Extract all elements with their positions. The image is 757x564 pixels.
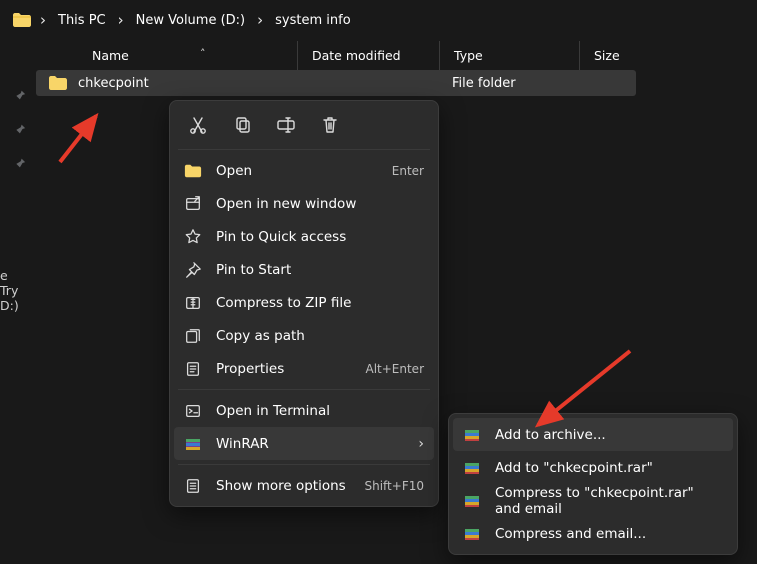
menu-label: WinRAR [216, 436, 404, 452]
copy-path-icon [184, 327, 202, 345]
zip-icon [184, 294, 202, 312]
new-window-icon [184, 195, 202, 213]
show-more-icon [184, 477, 202, 495]
breadcrumb-system-info[interactable]: system info [271, 9, 355, 32]
pin-icon [12, 122, 26, 140]
file-type: File folder [440, 76, 582, 91]
menu-open-terminal[interactable]: Open in Terminal [170, 394, 438, 427]
menu-open-new-window[interactable]: Open in new window [170, 187, 438, 220]
column-date-label: Date modified [312, 48, 401, 63]
column-name[interactable]: Name ˄ [36, 41, 298, 70]
column-size-label: Size [594, 48, 620, 63]
chevron-right-icon: › [418, 436, 424, 452]
properties-icon [184, 360, 202, 378]
menu-label: Open in Terminal [216, 403, 424, 419]
menu-compress-zip[interactable]: Compress to ZIP file [170, 286, 438, 319]
pin-icon [184, 261, 202, 279]
terminal-icon [184, 402, 202, 420]
menu-label: Properties [216, 361, 351, 377]
column-size[interactable]: Size [580, 41, 635, 70]
pin-icon [12, 156, 26, 174]
quick-access-gutter: e Try D:) [0, 88, 26, 174]
menu-label: Show more options [216, 478, 350, 494]
menu-copy-as-path[interactable]: Copy as path [170, 319, 438, 352]
context-menu: Open Enter Open in new window Pin to Qui… [169, 100, 439, 507]
winrar-icon [463, 525, 481, 543]
winrar-icon [184, 435, 202, 453]
breadcrumb[interactable]: › This PC › New Volume (D:) › system inf… [0, 0, 757, 40]
separator [178, 389, 430, 390]
column-name-label: Name [92, 48, 129, 63]
chevron-right-icon: › [34, 11, 52, 29]
menu-pin-quick-access[interactable]: Pin to Quick access [170, 220, 438, 253]
separator [178, 149, 430, 150]
star-icon [184, 228, 202, 246]
column-type[interactable]: Type [440, 41, 580, 70]
delete-icon[interactable] [320, 115, 340, 135]
menu-shortcut: Shift+F10 [364, 479, 424, 493]
chevron-right-icon: › [251, 11, 269, 29]
pin-icon [12, 88, 26, 106]
menu-winrar[interactable]: WinRAR › [174, 427, 434, 460]
menu-label: Compress and email... [495, 526, 723, 542]
menu-label: Add to "chkecpoint.rar" [495, 460, 723, 476]
menu-label: Open in new window [216, 196, 424, 212]
submenu-add-to-named-rar[interactable]: Add to "chkecpoint.rar" [449, 451, 737, 484]
chevron-right-icon: › [112, 11, 130, 29]
column-headers: Name ˄ Date modified Type Size [0, 40, 757, 70]
folder-icon [12, 12, 32, 28]
folder-open-icon [184, 162, 202, 180]
breadcrumb-volume-d[interactable]: New Volume (D:) [132, 9, 250, 32]
menu-properties[interactable]: Properties Alt+Enter [170, 352, 438, 385]
file-name: chkecpoint [78, 76, 149, 91]
gutter-label: e Try [0, 268, 26, 298]
menu-label: Pin to Start [216, 262, 424, 278]
copy-icon[interactable] [232, 115, 252, 135]
annotation-arrow [54, 108, 114, 168]
submenu-compress-and-email[interactable]: Compress and email... [449, 517, 737, 550]
menu-label: Compress to ZIP file [216, 295, 424, 311]
folder-icon [48, 75, 68, 91]
column-date[interactable]: Date modified [298, 41, 440, 70]
winrar-icon [463, 492, 481, 510]
menu-label: Compress to "chkecpoint.rar" and email [495, 485, 723, 517]
gutter-label: D:) [0, 298, 19, 313]
separator [178, 464, 430, 465]
rename-icon[interactable] [276, 115, 296, 135]
menu-label: Pin to Quick access [216, 229, 424, 245]
file-row[interactable]: chkecpoint File folder [36, 70, 636, 96]
winrar-icon [463, 426, 481, 444]
menu-shortcut: Enter [392, 164, 424, 178]
sort-indicator-icon: ˄ [200, 47, 206, 60]
cut-icon[interactable] [188, 115, 208, 135]
context-menu-action-bar [170, 105, 438, 145]
menu-show-more-options[interactable]: Show more options Shift+F10 [170, 469, 438, 502]
menu-label: Open [216, 163, 378, 179]
menu-label: Copy as path [216, 328, 424, 344]
annotation-arrow [520, 345, 640, 445]
menu-pin-start[interactable]: Pin to Start [170, 253, 438, 286]
menu-open[interactable]: Open Enter [170, 154, 438, 187]
menu-shortcut: Alt+Enter [365, 362, 424, 376]
winrar-icon [463, 459, 481, 477]
breadcrumb-this-pc[interactable]: This PC [54, 9, 110, 32]
submenu-compress-email-named[interactable]: Compress to "chkecpoint.rar" and email [449, 484, 737, 517]
column-type-label: Type [454, 48, 483, 63]
